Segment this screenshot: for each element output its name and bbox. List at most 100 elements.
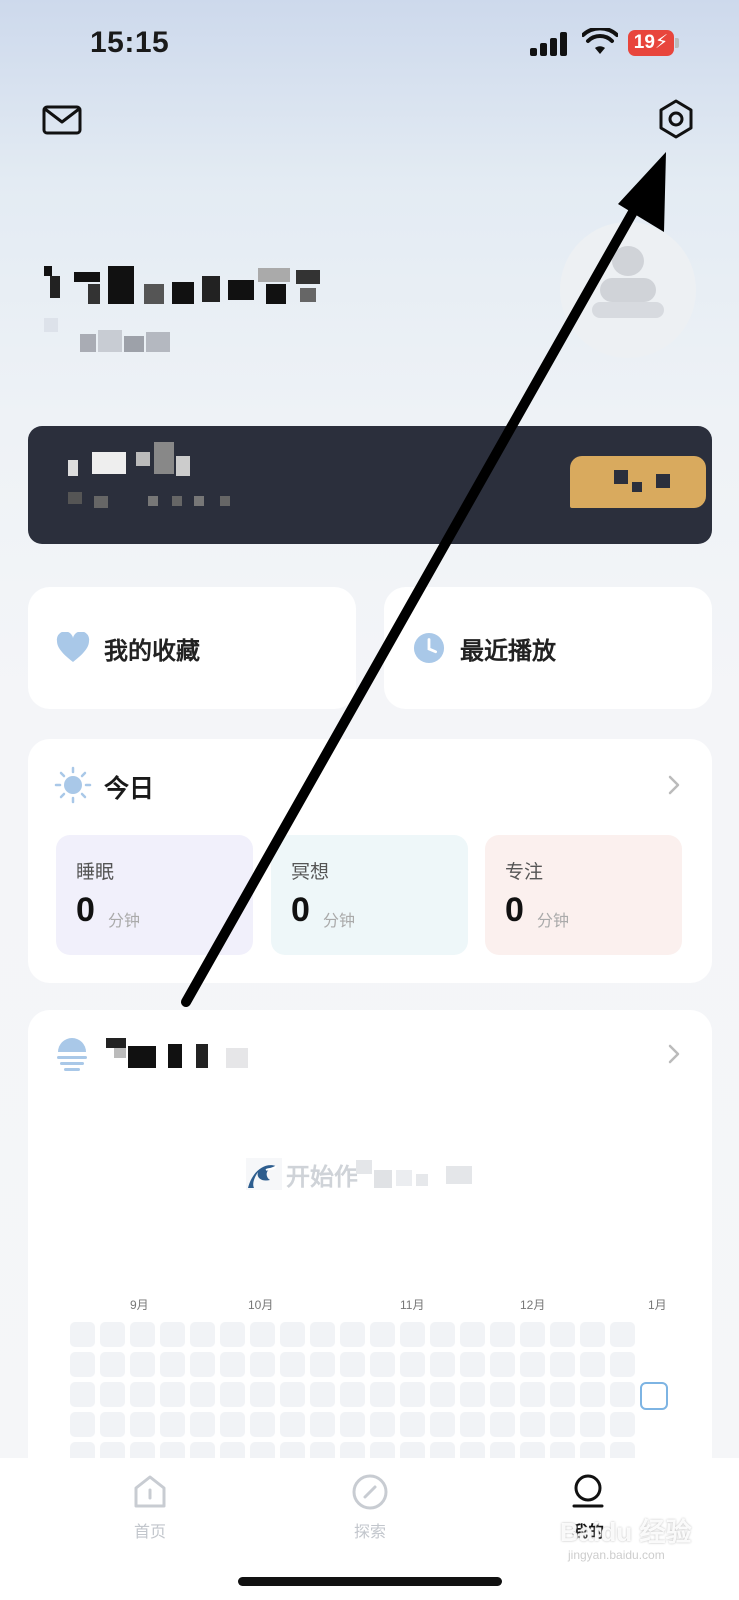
heatmap-cell [490,1412,515,1437]
heatmap-cell [310,1412,335,1437]
heatmap-cell [460,1322,485,1347]
tab-label: 探索 [353,1524,386,1541]
heatmap-cell [100,1352,125,1377]
heatmap-cell [220,1382,245,1407]
favorites-card[interactable]: 我的收藏 [28,587,356,709]
heatmap-cell [550,1322,575,1347]
today-cell [640,1382,668,1410]
stat-label: 冥想 [291,862,330,883]
heatmap-cell [280,1412,305,1437]
profile-icon [572,1474,604,1508]
stat-focus[interactable]: 专注 0 分钟 [485,835,682,955]
stat-value: 0 [76,891,95,929]
heatmap-cell [580,1382,605,1407]
heatmap-cell [520,1412,545,1437]
favorites-label: 我的收藏 [104,638,200,665]
month-label: 1月 [648,1298,667,1312]
heatmap-cell [430,1382,455,1407]
heatmap-cell [550,1352,575,1377]
heatmap-cell [220,1322,245,1347]
battery-icon: 19⚡ [628,30,680,56]
heatmap-cell [490,1382,515,1407]
profile-name-obscured[interactable] [44,262,324,310]
heatmap-cell [160,1322,185,1347]
recent-played-card[interactable]: 最近播放 [384,587,712,709]
heatmap-cell [340,1352,365,1377]
month-label: 11月 [400,1298,425,1312]
heatmap-cell [190,1322,215,1347]
record-empty-text: 开始作 [286,1163,358,1191]
compass-icon [352,1474,388,1510]
heatmap-cell [250,1322,275,1347]
heatmap-cell [610,1352,635,1377]
record-empty-prompt: 开始作 [246,1156,496,1192]
heatmap-cell [160,1382,185,1407]
gear-icon [659,99,693,139]
chevron-right-icon[interactable] [664,1042,684,1066]
stat-meditation[interactable]: 冥想 0 分钟 [271,835,468,955]
stat-value: 0 [291,891,310,929]
tab-explore[interactable]: 探索 [320,1472,420,1552]
chevron-right-icon[interactable] [664,773,684,797]
heatmap-cell [460,1412,485,1437]
sun-icon [54,766,92,804]
heatmap-cell [280,1322,305,1347]
stat-unit: 分钟 [537,913,570,930]
heatmap-cell [640,1412,665,1437]
heatmap-cell [370,1382,395,1407]
settings-button[interactable] [654,97,698,141]
heatmap-cell [130,1412,155,1437]
vip-badge[interactable] [570,456,706,508]
heatmap-cell [610,1382,635,1407]
heatmap-cell [130,1322,155,1347]
heatmap-cell [580,1352,605,1377]
tab-home[interactable]: 首页 [100,1472,200,1552]
month-label: 9月 [130,1298,149,1312]
heatmap-cell [550,1412,575,1437]
home-indicator [238,1577,502,1586]
heatmap-cell [310,1322,335,1347]
heatmap-cell [220,1412,245,1437]
heatmap-cell [520,1322,545,1347]
heatmap-cell [370,1322,395,1347]
heatmap-cell [370,1412,395,1437]
stat-unit: 分钟 [108,913,141,930]
wifi-icon [582,28,618,54]
heatmap-cell [100,1412,125,1437]
heatmap-cell [130,1382,155,1407]
heatmap-cell [280,1382,305,1407]
baidu-watermark-url: jingyan.baidu.com [568,1548,665,1562]
heatmap-cell [520,1352,545,1377]
heatmap-cell [70,1322,95,1347]
avatar[interactable] [560,222,696,358]
heatmap-cell [460,1352,485,1377]
mail-button[interactable] [40,98,84,142]
membership-banner[interactable] [28,426,712,544]
sea-icon [57,1038,87,1071]
heatmap-cell [400,1382,425,1407]
heatmap-cell [400,1322,425,1347]
mail-icon [42,105,82,135]
profile-subtitle-obscured [44,318,174,352]
heatmap-cell [610,1322,635,1347]
heatmap-cell [400,1412,425,1437]
heatmap-cell [160,1352,185,1377]
heatmap-cell [100,1322,125,1347]
heatmap-cell [100,1382,125,1407]
heatmap-cell [190,1382,215,1407]
stat-label: 睡眠 [76,862,115,883]
stat-sleep[interactable]: 睡眠 0 分钟 [56,835,253,955]
heatmap-cell [70,1382,95,1407]
heatmap-cell [250,1412,275,1437]
heatmap-cell [160,1412,185,1437]
today-card[interactable]: 今日 睡眠 0 分钟 冥想 0 分钟 专注 0 分钟 [28,739,712,983]
heart-icon [56,632,90,662]
battery-level: 19 [633,32,655,53]
today-title: 今日 [104,775,155,803]
stat-value: 0 [505,891,524,929]
heatmap-cell [310,1382,335,1407]
status-time: 15:15 [90,26,170,59]
heatmap-cell [250,1382,275,1407]
baidu-watermark: Baidu 经验 [560,1517,692,1547]
heatmap-cell [70,1412,95,1437]
